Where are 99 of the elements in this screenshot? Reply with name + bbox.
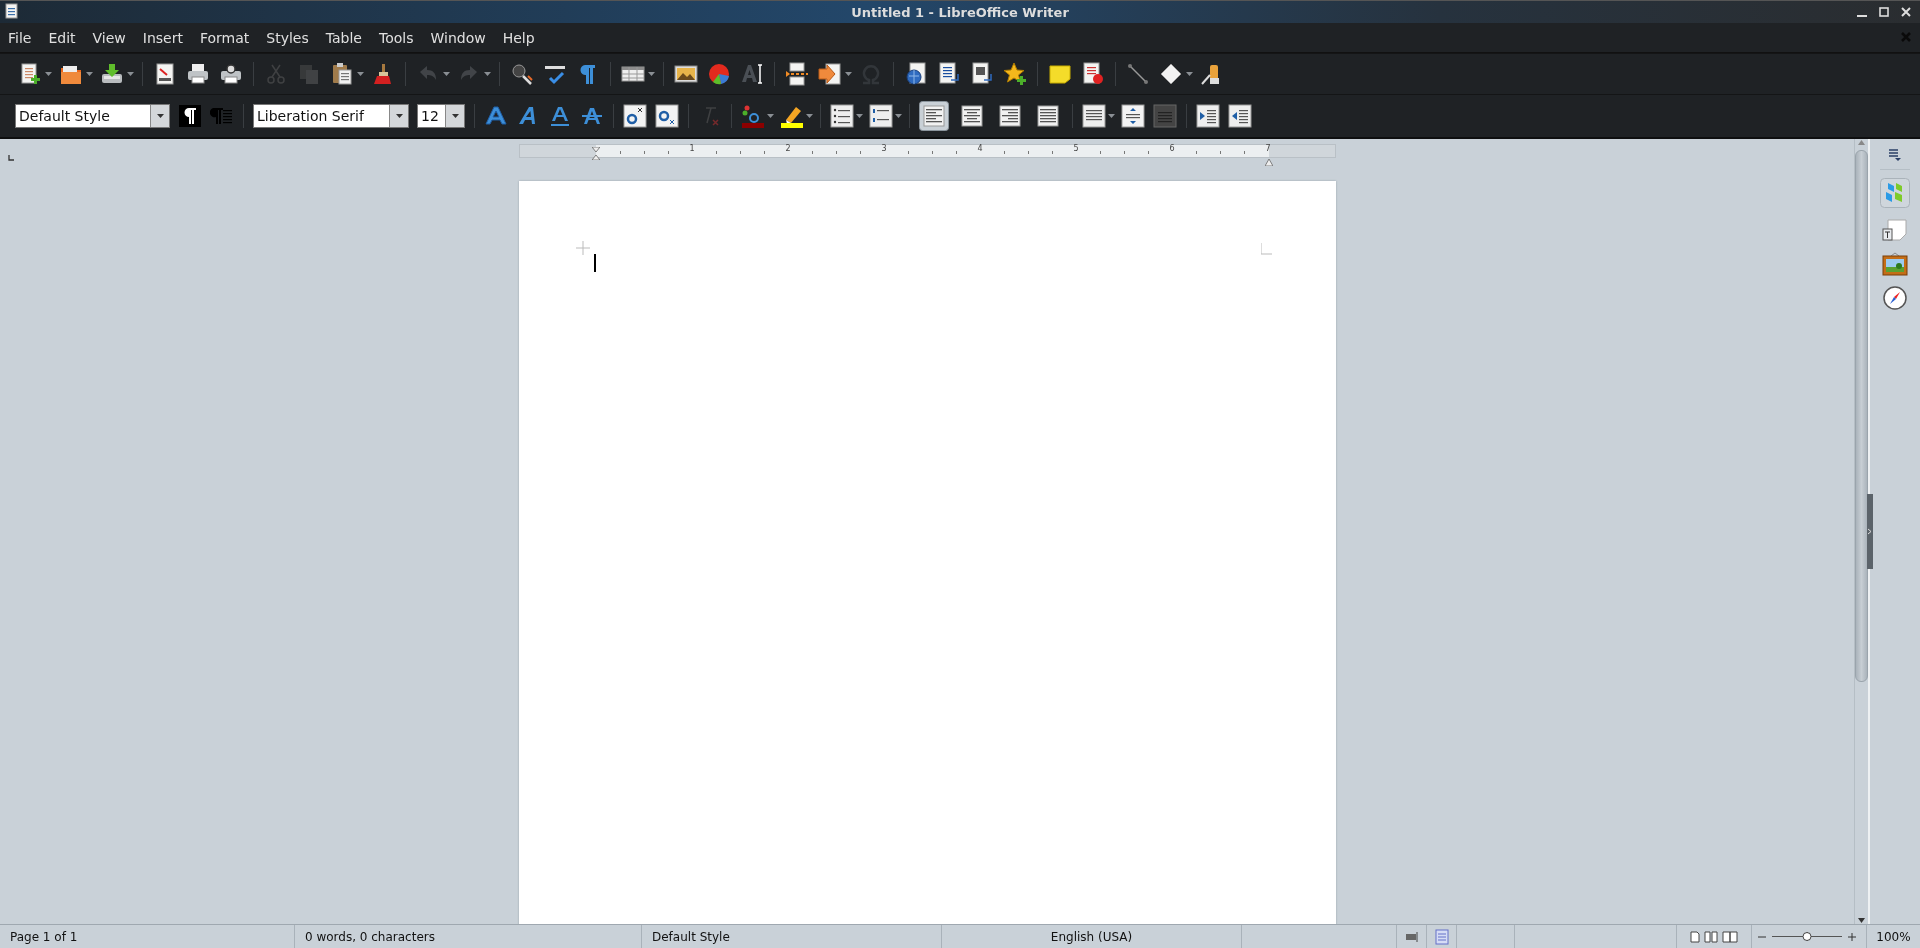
- scrollbar-thumb[interactable]: [1855, 150, 1868, 682]
- save-icon[interactable]: [100, 62, 124, 86]
- subscript-icon[interactable]: [655, 104, 679, 128]
- caret-icon[interactable]: [451, 114, 459, 118]
- field-icon[interactable]: [818, 62, 842, 86]
- caret-icon[interactable]: [845, 72, 852, 76]
- footnote-icon[interactable]: [937, 62, 961, 86]
- page-number: Page 1 of 1: [10, 929, 78, 944]
- pdf-icon[interactable]: [153, 62, 177, 86]
- caret-icon[interactable]: [127, 72, 134, 76]
- language: English (USA): [1050, 929, 1133, 944]
- ruler-number: 4: [977, 144, 983, 153]
- diamond-icon[interactable]: [1159, 62, 1183, 86]
- decrease-indent-icon[interactable]: [1228, 104, 1252, 128]
- ruler-number: 7: [1265, 144, 1271, 153]
- book-view-icon[interactable]: [1722, 930, 1738, 943]
- ruler-number: 5: [1073, 144, 1079, 153]
- print-preview-icon[interactable]: [219, 62, 243, 86]
- menu-item[interactable]: File: [0, 29, 41, 46]
- close-icon[interactable]: [1900, 6, 1912, 18]
- caret-icon[interactable]: [395, 114, 403, 118]
- highlighting-icon[interactable]: [780, 104, 804, 128]
- text-box-icon[interactable]: [740, 62, 764, 86]
- menu-item[interactable]: Tools: [370, 29, 423, 46]
- page-style: Default Style: [652, 929, 730, 944]
- caret-icon[interactable]: [484, 72, 491, 76]
- endnote-icon[interactable]: [970, 62, 994, 86]
- menu-item[interactable]: Insert: [134, 29, 192, 46]
- zoom-slider-thumb[interactable]: [1802, 931, 1812, 941]
- caret-icon[interactable]: [856, 114, 863, 118]
- caret-icon[interactable]: [357, 72, 364, 76]
- caret-icon[interactable]: [806, 114, 813, 118]
- numbered-list-icon[interactable]: [869, 104, 893, 128]
- caret-icon[interactable]: [1108, 114, 1115, 118]
- ruler-number: 3: [881, 144, 887, 153]
- maximize-icon[interactable]: [1878, 6, 1890, 18]
- menu-item[interactable]: View: [84, 29, 135, 46]
- document-icon: [4, 2, 19, 19]
- font-color-icon[interactable]: [741, 104, 765, 128]
- menu-item[interactable]: Help: [494, 29, 544, 46]
- caret-icon[interactable]: [1186, 72, 1193, 76]
- zoom-level: 100%: [1876, 929, 1911, 944]
- page-break-icon[interactable]: [785, 62, 809, 86]
- hyperlink-icon[interactable]: [904, 62, 928, 86]
- update-style-icon[interactable]: [178, 104, 202, 128]
- menu-item[interactable]: Styles: [258, 29, 318, 46]
- track-changes-icon[interactable]: [1081, 62, 1105, 86]
- font-size-dropdown[interactable]: 12: [417, 104, 465, 128]
- increase-paragraph-spacing-icon[interactable]: [1121, 104, 1145, 128]
- menu-item[interactable]: Edit: [40, 29, 85, 46]
- caret-icon[interactable]: [45, 72, 52, 76]
- ruler-number: 2: [785, 144, 791, 153]
- superscript-icon[interactable]: [623, 104, 647, 128]
- insert-mode-icon[interactable]: [1405, 931, 1418, 942]
- menu-item[interactable]: Format: [191, 29, 259, 46]
- window-title: Untitled 1 - LibreOffice Writer: [851, 4, 1069, 20]
- new-document-icon[interactable]: [18, 62, 42, 86]
- chart-icon[interactable]: [707, 62, 731, 86]
- tab-stop-icon[interactable]: [8, 155, 15, 161]
- bold-icon[interactable]: [484, 104, 508, 128]
- menu-item[interactable]: Table: [317, 29, 371, 46]
- compass-icon[interactable]: [1883, 286, 1907, 310]
- font-name-dropdown[interactable]: Liberation Serif: [253, 104, 409, 128]
- text-boundary-mark-icon: [575, 241, 590, 255]
- caret-icon[interactable]: [156, 114, 164, 118]
- single-page-view-icon[interactable]: [1690, 930, 1700, 943]
- underline-icon[interactable]: [548, 104, 572, 128]
- image-icon[interactable]: [674, 62, 698, 86]
- zoom-in-icon[interactable]: [1848, 932, 1856, 941]
- caret-icon[interactable]: [895, 114, 902, 118]
- zoom-slider[interactable]: [1772, 931, 1842, 942]
- sidebar-handle-icon[interactable]: [1867, 494, 1873, 569]
- paste-icon[interactable]: [330, 62, 354, 86]
- paragraph-style-dropdown[interactable]: Default Style: [15, 104, 170, 128]
- ruler-number: 6: [1169, 144, 1175, 153]
- text-boundary-mark-icon: [1260, 243, 1273, 255]
- sidebar-menu-icon[interactable]: [1888, 149, 1902, 161]
- caret-icon[interactable]: [443, 72, 450, 76]
- word-count: 0 words, 0 characters: [305, 929, 435, 944]
- bullet-list-icon[interactable]: [830, 104, 854, 128]
- increase-indent-icon[interactable]: [1196, 104, 1220, 128]
- multi-page-view-icon[interactable]: [1704, 930, 1718, 943]
- caret-icon[interactable]: [86, 72, 93, 76]
- caret-icon[interactable]: [767, 114, 774, 118]
- line-spacing-icon[interactable]: [1082, 104, 1106, 128]
- printer-icon[interactable]: [186, 62, 210, 86]
- page-with-text-cursor-icon[interactable]: [1882, 218, 1908, 242]
- ruler-number: 1: [689, 144, 695, 153]
- caret-icon[interactable]: [648, 72, 655, 76]
- find-replace-icon[interactable]: [510, 62, 534, 86]
- comment-icon[interactable]: [1048, 62, 1072, 86]
- align-left-icon[interactable]: [919, 101, 949, 131]
- bookmark-icon[interactable]: [1003, 62, 1027, 86]
- line-icon[interactable]: [1126, 62, 1150, 86]
- ruler-margin: [1269, 145, 1335, 157]
- menu-item[interactable]: Window: [422, 29, 495, 46]
- text-cursor-icon: [593, 254, 596, 272]
- indent-marker-icon[interactable]: [592, 147, 600, 160]
- framed-picture-icon[interactable]: [1882, 252, 1908, 276]
